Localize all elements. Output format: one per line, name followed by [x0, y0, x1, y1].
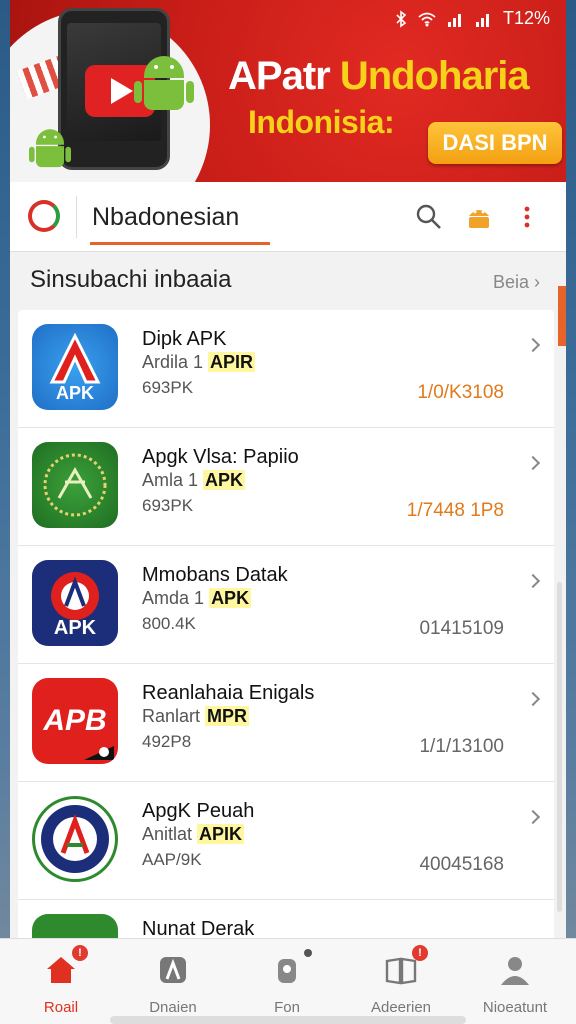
icon-label: APK [53, 617, 97, 639]
app-size: 492P8 [142, 732, 192, 751]
appbar-divider [76, 196, 77, 238]
app-size: 693PK [142, 496, 194, 515]
android-icon[interactable] [464, 202, 494, 232]
scroll-accent [558, 286, 566, 346]
battery-text: T12% [502, 8, 550, 28]
notification-badge: ! [72, 945, 88, 961]
nav-item-library[interactable]: ! Adeerien [346, 945, 456, 1023]
nav-label: Fon [274, 999, 300, 1016]
list-item[interactable]: ApgK Peuah Anitlat APIK AAP/9K 40045168 [18, 782, 554, 900]
icon-label: APB [43, 704, 107, 737]
app-name: Mmobans Datak [142, 564, 288, 586]
app-size: 693PK [142, 378, 194, 397]
nav-label: Roail [43, 999, 79, 1016]
lock-icon [278, 959, 296, 983]
promo-banner[interactable]: APatr Undoharia Indonisia: DASI BPN T12% [10, 0, 566, 182]
wifi-icon [418, 12, 436, 26]
icon-label: APK [55, 383, 94, 403]
chevron-right-icon[interactable] [525, 809, 541, 825]
chevron-right-icon[interactable] [525, 337, 541, 353]
nav-item-discover[interactable]: Dnaien [118, 947, 228, 1023]
app-logo-icon[interactable] [28, 200, 60, 232]
indicator-dot [304, 949, 312, 957]
android-mascot-icon [134, 56, 194, 118]
signal-2-icon [475, 13, 489, 27]
nav-label: Nioeatunt [482, 999, 548, 1016]
app-icon: APK [32, 560, 118, 646]
account-icon [501, 957, 529, 985]
search-underline [90, 242, 270, 245]
see-all-link[interactable]: Beia › [493, 272, 540, 293]
app-subtitle: Amla 1 APK [142, 470, 246, 490]
chevron-right-icon[interactable] [525, 573, 541, 589]
nav-item-account[interactable]: Nioeatunt [460, 947, 570, 1023]
app-icon: APK [32, 324, 118, 410]
emblem-icon [43, 453, 107, 517]
scrollbar[interactable] [557, 582, 562, 912]
banner-subtitle: Indonisia: [248, 104, 395, 140]
nav-item-fon[interactable]: Fon [232, 947, 342, 1023]
app-name: Dipk APK [142, 328, 227, 350]
app-list-panel: Sinsubachi inbaaia Beia › APK Dipk APK A… [10, 252, 566, 950]
app-date: 1/0/K3108 [417, 382, 504, 403]
chevron-right-icon: › [534, 272, 540, 292]
search-icon[interactable] [414, 202, 444, 232]
status-bar: T12% [395, 8, 550, 29]
app-date: 1/7448 1P8 [406, 500, 504, 521]
app-name: ApgK Peuah [142, 800, 255, 822]
see-all-label: Beia [492, 272, 529, 292]
list-item[interactable]: APB Reanlahaia Enigals Ranlart MPR 492P8… [18, 664, 554, 782]
app-icon [32, 442, 118, 528]
swirl-icon [84, 746, 114, 760]
bottom-navigation: ! Roail Dnaien Fon ! Adeerien Nioeatunt [0, 938, 576, 1024]
app-name: Nunat Derak [142, 918, 255, 940]
nav-item-home[interactable]: ! Roail [6, 945, 116, 1023]
banner-title: APatr Undoharia [228, 54, 530, 98]
app-date: 40045168 [419, 854, 504, 875]
person-card-icon [160, 957, 186, 983]
app-size: AAP/9K [142, 850, 202, 869]
app-subtitle: Ardila 1 APIR [142, 352, 256, 372]
more-vert-icon[interactable] [512, 202, 542, 232]
app-size: 800.4K [142, 614, 196, 633]
app-date: 1/1/13100 [419, 736, 504, 757]
app-subtitle: Ranlart MPR [142, 706, 250, 726]
list-item[interactable]: Nunat Derak [18, 900, 554, 940]
app-subtitle: Anitlat APIK [142, 824, 245, 844]
app-list: APK Dipk APK Ardila 1 APIR 693PK 1/0/K31… [18, 310, 554, 950]
list-item[interactable]: APK Mmobans Datak Amda 1 APK 800.4K 0141… [18, 546, 554, 664]
banner-cta-button[interactable]: DASI BPN [428, 122, 562, 164]
bluetooth-icon [396, 9, 407, 28]
top-app-bar [10, 182, 566, 252]
android-mascot-small-icon [29, 129, 71, 172]
list-item[interactable]: Apgk Vlsa: Papiio Amla 1 APK 693PK 1/744… [18, 428, 554, 546]
chevron-right-icon[interactable] [525, 455, 541, 471]
search-input[interactable] [90, 194, 390, 240]
app-date: 01415109 [419, 618, 504, 639]
app-name: Reanlahaia Enigals [142, 682, 315, 704]
home-indicator [110, 1016, 466, 1024]
app-icon: APB [32, 678, 118, 764]
badge-emblem-icon [41, 805, 109, 873]
app-icon [32, 914, 118, 940]
list-item[interactable]: APK Dipk APK Ardila 1 APIR 693PK 1/0/K31… [18, 310, 554, 428]
notification-badge: ! [412, 945, 428, 961]
section-heading: Sinsubachi inbaaia [30, 266, 232, 293]
chevron-right-icon[interactable] [525, 691, 541, 707]
nav-label: Dnaien [149, 999, 197, 1016]
app-icon [32, 796, 118, 882]
app-subtitle: Amda 1 APK [142, 588, 252, 608]
nav-label: Adeerien [370, 999, 432, 1016]
app-name: Apgk Vlsa: Papiio [142, 446, 299, 468]
signal-icon [447, 13, 461, 27]
